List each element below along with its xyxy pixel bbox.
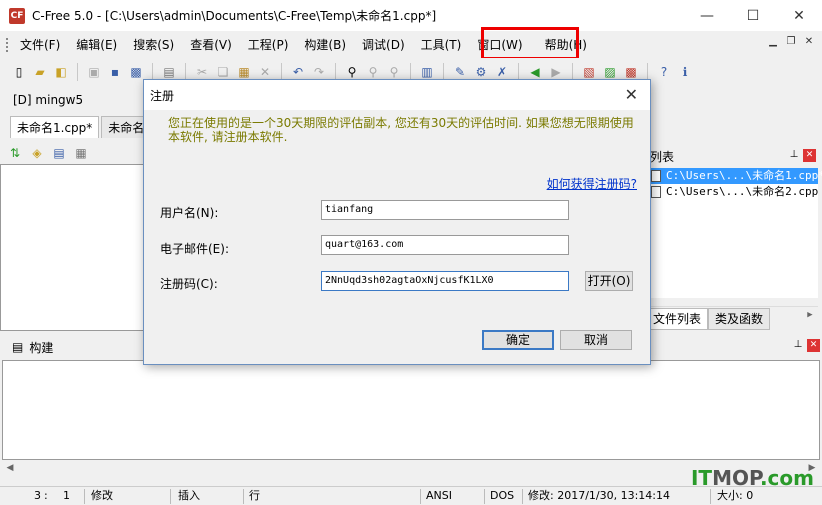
status-modified-time: 修改: 2017/1/30, 13:14:14 <box>528 489 671 502</box>
file-icon <box>651 186 661 198</box>
list-item[interactable]: C:\Users\...\未命名2.cpp <box>646 184 818 200</box>
compiler-selector[interactable]: [D] mingw5 <box>13 93 83 107</box>
list-item[interactable]: C:\Users\...\未命名1.cpp* <box>646 168 822 184</box>
scroll-left-icon[interactable]: ◀ <box>2 460 18 476</box>
app-icon: CF <box>9 7 25 24</box>
email-label: 电子邮件(E): <box>160 242 229 256</box>
title-bar: CF C-Free 5.0 - [C:\Users\admin\Document… <box>0 0 822 31</box>
status-row: 3 <box>34 489 41 502</box>
evaluation-notice: 您正在使用的是一个30天期限的评估副本, 您还有30天的评估时间. 如果您想无限… <box>168 116 634 144</box>
menu-debug[interactable]: 调试(D) <box>354 34 413 56</box>
window-controls: — ☐ ✕ <box>684 0 822 31</box>
file-icon <box>651 170 661 182</box>
window-title: C-Free 5.0 - [C:\Users\admin\Documents\C… <box>32 9 437 23</box>
build-icon-small: ▤ <box>12 340 24 354</box>
open-button[interactable]: 打开(O) <box>585 271 633 291</box>
pin-icon[interactable]: ⊥ <box>788 149 800 161</box>
mdi-minimize-icon[interactable]: ▁ <box>766 36 780 50</box>
open-folder-icon[interactable]: ▰ <box>31 63 49 81</box>
ok-button[interactable]: 确定 <box>482 330 554 350</box>
info-icon[interactable]: ℹ <box>676 63 694 81</box>
code-editor[interactable] <box>0 164 145 331</box>
menu-bar: 文件(F) 编辑(E) 搜索(S) 查看(V) 工程(P) 构建(B) 调试(D… <box>0 31 822 58</box>
email-input[interactable]: quart@163.com <box>321 235 569 255</box>
menu-edit[interactable]: 编辑(E) <box>68 34 125 56</box>
status-size: 大小: 0 <box>717 489 754 502</box>
file-list-panel: 列表 ⊥ ✕ C:\Users\...\未命名1.cpp* C:\Users\.… <box>646 146 822 332</box>
reg-code-input[interactable]: 2NnUqd3sh02agtaOxNjcusfK1LX0 <box>321 271 569 291</box>
left-tool-strip: ⇅ ◈ ▤ ▦ <box>0 142 145 164</box>
register-dialog: 注册 ✕ 您正在使用的是一个30天期限的评估副本, 您还有30天的评估时间. 如… <box>143 79 651 365</box>
dialog-close-icon[interactable]: ✕ <box>625 85 638 104</box>
menu-project[interactable]: 工程(P) <box>240 34 297 56</box>
mdi-controls: ▁ ❐ ✕ <box>766 36 816 50</box>
how-to-get-code-link[interactable]: 如何获得注册码? <box>547 175 637 192</box>
panel-close-icon[interactable]: ✕ <box>803 149 816 162</box>
file-panel-header: 列表 ⊥ ✕ <box>646 146 818 166</box>
reg-code-label: 注册码(C): <box>160 277 218 291</box>
status-line: 行 <box>249 489 260 502</box>
pin-icon[interactable]: ⊥ <box>792 339 804 351</box>
menu-help[interactable]: 帮助(H) <box>537 34 595 56</box>
status-modified: 修改 <box>91 489 113 502</box>
properties-icon[interactable]: ▦ <box>72 144 90 162</box>
menu-tools[interactable]: 工具(T) <box>413 34 470 56</box>
dialog-title-bar: 注册 ✕ <box>144 80 650 110</box>
new-file-icon[interactable]: ▯ <box>10 63 28 81</box>
status-insert-mode: 插入 <box>178 489 200 502</box>
mdi-close-icon[interactable]: ✕ <box>802 36 816 50</box>
menu-file[interactable]: 文件(F) <box>12 34 68 56</box>
bookmark-icon[interactable]: ▤ <box>50 144 68 162</box>
tab-file-1[interactable]: 未命名1.cpp* <box>10 116 100 138</box>
status-encoding: ANSI <box>426 489 452 502</box>
menu-build[interactable]: 构建(B) <box>296 34 354 56</box>
close-button[interactable]: ✕ <box>776 0 822 31</box>
panel-close-icon[interactable]: ✕ <box>807 339 820 352</box>
maximize-button[interactable]: ☐ <box>730 0 776 31</box>
status-col: 1 <box>63 489 70 502</box>
mdi-restore-icon[interactable]: ❐ <box>784 36 798 50</box>
minimize-button[interactable]: — <box>684 0 730 31</box>
close-file-icon[interactable]: ▣ <box>85 63 103 81</box>
file-panel-title: 列表 <box>650 149 675 164</box>
username-input[interactable]: tianfang <box>321 200 569 220</box>
menu-search[interactable]: 搜索(S) <box>125 34 182 56</box>
menu-window[interactable]: 窗口(W) <box>469 34 530 56</box>
tab-class-function[interactable]: 类及函数 <box>708 308 771 330</box>
sort-az-icon[interactable]: ⇅ <box>6 144 24 162</box>
open-project-icon[interactable]: ◧ <box>52 63 70 81</box>
username-label: 用户名(N): <box>160 206 219 220</box>
tab-file-list[interactable]: 文件列表 <box>646 308 709 330</box>
status-format: DOS <box>490 489 515 502</box>
help-icon[interactable]: ? <box>655 63 673 81</box>
cancel-button[interactable]: 取消 <box>560 330 632 350</box>
build-panel-title: 构建 <box>29 340 54 355</box>
menu-view[interactable]: 查看(V) <box>182 34 240 56</box>
build-output[interactable] <box>2 360 820 460</box>
file-panel-tabs: 文件列表 类及函数 <box>646 308 818 330</box>
status-bar: 3 : 1 修改 插入 行 ANSI DOS 修改: 2017/1/30, 13… <box>0 486 822 505</box>
file-list: C:\Users\...\未命名1.cpp* C:\Users\...\未命名2… <box>646 168 822 320</box>
dialog-title: 注册 <box>150 88 175 103</box>
class-view-icon[interactable]: ◈ <box>28 144 46 162</box>
save-icon[interactable]: ▪ <box>106 63 124 81</box>
